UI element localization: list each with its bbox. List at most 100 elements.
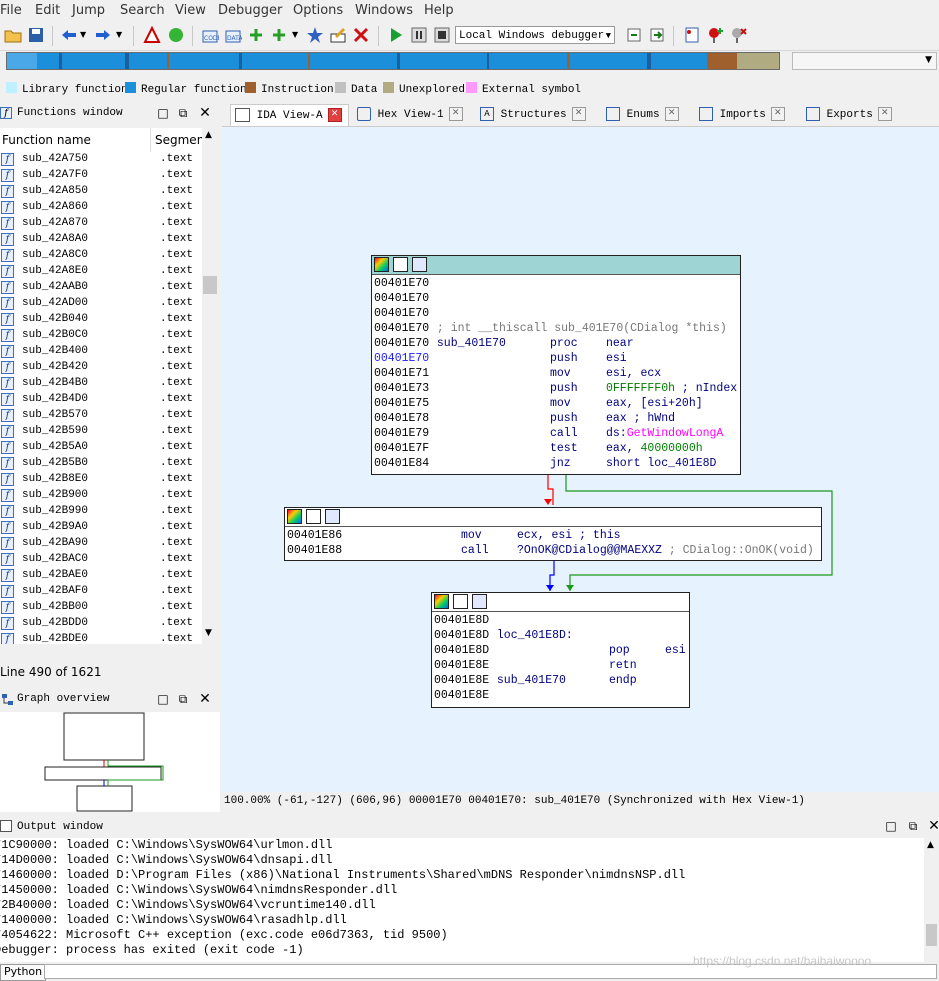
function-row[interactable]: f sub_42B9A0 .text xyxy=(0,520,202,536)
code-line[interactable]: 00401E8E retn xyxy=(434,658,691,673)
minimize-icon[interactable]: □ xyxy=(155,106,171,120)
function-row[interactable]: f sub_42BAC0 .text xyxy=(0,552,202,568)
code-line[interactable]: 00401E8E xyxy=(434,688,691,703)
scroll-thumb[interactable] xyxy=(926,924,937,946)
debugger-select[interactable]: Local Windows debugger ▼ xyxy=(455,26,615,44)
back-arrow-icon[interactable] xyxy=(60,26,78,44)
function-row[interactable]: f sub_42B040 .text xyxy=(0,312,202,328)
breakpoints-icon[interactable] xyxy=(683,26,701,44)
code-line[interactable]: 00401E73 push 0FFFFFFF0h ; nIndex xyxy=(374,381,742,396)
graph-node-call-onok[interactable]: 00401E86 mov ecx, esi ; this 00401E88 call ?O… xyxy=(284,507,822,561)
forward-arrow-icon[interactable] xyxy=(94,26,112,44)
segment-select[interactable]: ▼ xyxy=(792,52,937,70)
edit-icon[interactable] xyxy=(453,594,468,609)
close-icon[interactable]: ✕ xyxy=(770,107,785,122)
tab-ida-view-a[interactable]: IDA View-A ✕ xyxy=(230,104,349,127)
function-row[interactable]: f sub_42BDD0 .text xyxy=(0,616,202,632)
code-line[interactable]: 00401E70 xyxy=(374,276,742,291)
restore-icon[interactable]: ⧉ xyxy=(175,692,191,707)
menu-windows[interactable]: Windows xyxy=(355,3,413,18)
edit-icon[interactable] xyxy=(306,509,321,524)
function-row[interactable]: f sub_42A870 .text xyxy=(0,216,202,232)
close-icon[interactable]: ✕ xyxy=(327,108,342,123)
save-icon[interactable] xyxy=(27,26,45,44)
code-line[interactable]: 00401E8D loc_401E8D: xyxy=(434,628,691,643)
code-line[interactable]: 00401E8D xyxy=(434,613,691,628)
back-dropdown-icon[interactable]: ▼ xyxy=(80,30,86,39)
tab-hex-view-1[interactable]: Hex View-1 ✕ xyxy=(357,104,463,126)
menu-edit[interactable]: Edit xyxy=(35,3,60,18)
code-line[interactable]: 00401E70 ; int __thiscall sub_401E70(CDi… xyxy=(374,321,742,336)
code-line[interactable]: 00401E88 call ?OnOK@CDialog@@MAEXXZ ; CDia… xyxy=(287,543,823,558)
function-row[interactable]: f sub_42B5B0 .text xyxy=(0,456,202,472)
menu-file[interactable]: File xyxy=(0,3,22,18)
graph-node-loc-401e8d[interactable]: 00401E8D 00401E8D loc_401E8D: 00401E8D pop e… xyxy=(431,592,690,708)
code-line[interactable]: 00401E8D pop esi xyxy=(434,643,691,658)
function-row[interactable]: f sub_42A860 .text xyxy=(0,200,202,216)
code-line[interactable]: 00401E70 xyxy=(374,306,742,321)
function-row[interactable]: f sub_42B590 .text xyxy=(0,424,202,440)
column-divider[interactable] xyxy=(150,128,151,152)
pause-icon[interactable] xyxy=(410,26,428,44)
minimize-icon[interactable]: □ xyxy=(155,692,171,706)
function-row[interactable]: f sub_42BAE0 .text xyxy=(0,568,202,584)
add-icon[interactable] xyxy=(247,26,265,44)
column-segment[interactable]: Segmen xyxy=(155,133,204,147)
code-line[interactable]: 00401E70 sub_401E70 proc near xyxy=(374,336,742,351)
function-row[interactable]: f sub_42A850 .text xyxy=(0,184,202,200)
function-row[interactable]: f sub_42B900 .text xyxy=(0,488,202,504)
menu-view[interactable]: View xyxy=(175,3,206,18)
function-row[interactable]: f sub_42A750 .text xyxy=(0,152,202,168)
function-row[interactable]: f sub_42BB00 .text xyxy=(0,600,202,616)
function-row[interactable]: f sub_42B8E0 .text xyxy=(0,472,202,488)
close-icon[interactable]: ✕ xyxy=(571,107,586,122)
restore-icon[interactable]: ⧉ xyxy=(175,106,191,121)
open-icon[interactable] xyxy=(4,26,22,44)
color-icon[interactable] xyxy=(434,594,449,609)
stop-debug-icon[interactable] xyxy=(433,26,451,44)
minimize-icon[interactable]: □ xyxy=(883,819,899,833)
stop-icon[interactable] xyxy=(143,26,161,44)
chevron-up-icon[interactable]: ▲ xyxy=(205,130,212,140)
function-row[interactable]: f sub_42B5A0 .text xyxy=(0,440,202,456)
close-icon[interactable]: ✕ xyxy=(448,107,463,122)
circle-icon[interactable] xyxy=(167,26,185,44)
run-icon[interactable] xyxy=(387,26,405,44)
menu-search[interactable]: Search xyxy=(120,3,165,18)
close-icon[interactable]: ✕ xyxy=(926,818,939,834)
code-line[interactable]: 00401E70 push esi xyxy=(374,351,742,366)
tab-enums[interactable]: Enums ✕ xyxy=(606,104,679,126)
scroll-thumb[interactable] xyxy=(203,276,217,294)
function-row[interactable]: f sub_42B4B0 .text xyxy=(0,376,202,392)
forward-dropdown-icon[interactable]: ▼ xyxy=(116,30,122,39)
function-row[interactable]: f sub_42B570 .text xyxy=(0,408,202,424)
function-row[interactable]: f sub_42B0C0 .text xyxy=(0,328,202,344)
color-icon[interactable] xyxy=(374,257,389,272)
function-row[interactable]: f sub_42B4D0 .text xyxy=(0,392,202,408)
menu-jump[interactable]: Jump xyxy=(72,3,105,18)
data-icon[interactable]: DATA xyxy=(224,26,242,44)
close-icon[interactable]: ✕ xyxy=(197,691,213,707)
restore-icon[interactable]: ⧉ xyxy=(905,819,921,834)
close-icon[interactable]: ✕ xyxy=(877,107,892,122)
edit-icon[interactable] xyxy=(393,257,408,272)
function-row[interactable]: f sub_42A8C0 .text xyxy=(0,248,202,264)
function-row[interactable]: f sub_42B990 .text xyxy=(0,504,202,520)
function-row[interactable]: f sub_42B400 .text xyxy=(0,344,202,360)
output-log[interactable]: 71C90000: loaded C:\Windows\SysWOW64\url… xyxy=(0,838,924,962)
graph-node-entry[interactable]: 00401E70 00401E70 00401E70 00401E70 ; int _… xyxy=(371,255,741,475)
menu-help[interactable]: Help xyxy=(424,3,454,18)
function-row[interactable]: f sub_42AD00 .text xyxy=(0,296,202,312)
ida-graph-view[interactable]: 00401E70 00401E70 00401E70 00401E70 ; int _… xyxy=(222,126,939,793)
code-line[interactable]: 00401E75 mov eax, [esi+20h] xyxy=(374,396,742,411)
attach-icon[interactable] xyxy=(625,26,643,44)
add-dropdown-icon[interactable]: ▼ xyxy=(292,30,298,39)
function-row[interactable]: f sub_42B420 .text xyxy=(0,360,202,376)
tab-imports[interactable]: Imports ✕ xyxy=(699,104,785,126)
tab-exports[interactable]: Exports ✕ xyxy=(806,104,892,126)
add-struct-icon[interactable] xyxy=(270,26,288,44)
code-line[interactable]: 00401E84 jnz short loc_401E8D xyxy=(374,456,742,471)
python-button[interactable]: Python xyxy=(0,964,47,981)
color-icon[interactable] xyxy=(287,509,302,524)
chevron-up-icon[interactable]: ▲ xyxy=(927,840,934,850)
